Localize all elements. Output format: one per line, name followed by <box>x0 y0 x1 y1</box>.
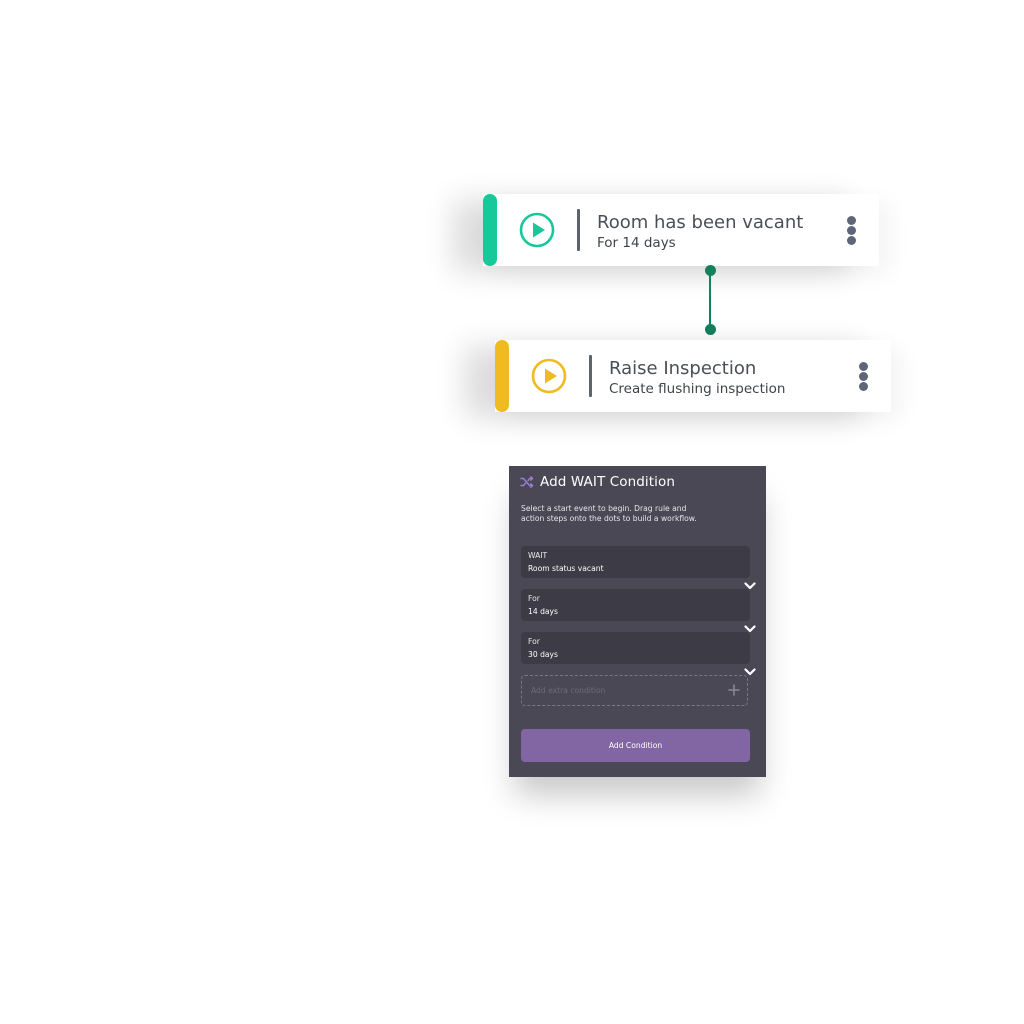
play-circle-icon <box>531 358 567 394</box>
panel-header: Add WAIT Condition <box>520 474 675 490</box>
field-value: 14 days <box>528 607 559 616</box>
kebab-menu-icon[interactable] <box>857 362 869 392</box>
workflow-step-trigger[interactable]: Room has been vacant For 14 days <box>483 194 879 266</box>
workflow-step-action[interactable]: Raise Inspection Create flushing inspect… <box>495 340 891 412</box>
step-title: Room has been vacant <box>597 212 804 233</box>
step-accent-bar <box>483 194 497 266</box>
step-connector-line <box>709 271 711 329</box>
step-divider <box>577 209 580 251</box>
field-value: Room status vacant <box>528 564 604 573</box>
add-condition-button[interactable]: Add Condition <box>521 729 750 762</box>
step-title: Raise Inspection <box>609 358 757 379</box>
wait-event-select[interactable]: WAIT Room status vacant <box>521 546 750 578</box>
connector-dot-bottom[interactable] <box>705 324 716 335</box>
panel-description: Select a start event to begin. Drag rule… <box>521 504 697 523</box>
step-divider <box>589 355 592 397</box>
field-label: WAIT <box>528 551 548 560</box>
extra-condition-placeholder: Add extra condition <box>531 686 606 695</box>
kebab-menu-icon[interactable] <box>845 216 857 246</box>
step-subtitle: For 14 days <box>597 235 676 251</box>
field-label: For <box>528 637 540 646</box>
duration-select-1[interactable]: For 14 days <box>521 589 750 621</box>
shuffle-icon <box>520 476 534 488</box>
field-value: 30 days <box>528 650 559 659</box>
step-text: Raise Inspection Create flushing inspect… <box>609 358 785 398</box>
plus-icon[interactable] <box>728 684 740 696</box>
field-label: For <box>528 594 540 603</box>
duration-select-2[interactable]: For 30 days <box>521 632 750 664</box>
panel-title: Add WAIT Condition <box>540 474 676 490</box>
wait-condition-panel: Add WAIT Condition Select a start event … <box>509 466 766 777</box>
step-text: Room has been vacant For 14 days <box>597 212 803 252</box>
play-circle-icon <box>519 212 555 248</box>
workflow-canvas: Room has been vacant For 14 days Raise I… <box>0 0 1024 1024</box>
step-subtitle: Create flushing inspection <box>609 381 786 397</box>
connector-dot-top[interactable] <box>705 265 716 276</box>
step-accent-bar <box>495 340 509 412</box>
add-extra-condition-field[interactable]: Add extra condition <box>521 675 748 706</box>
